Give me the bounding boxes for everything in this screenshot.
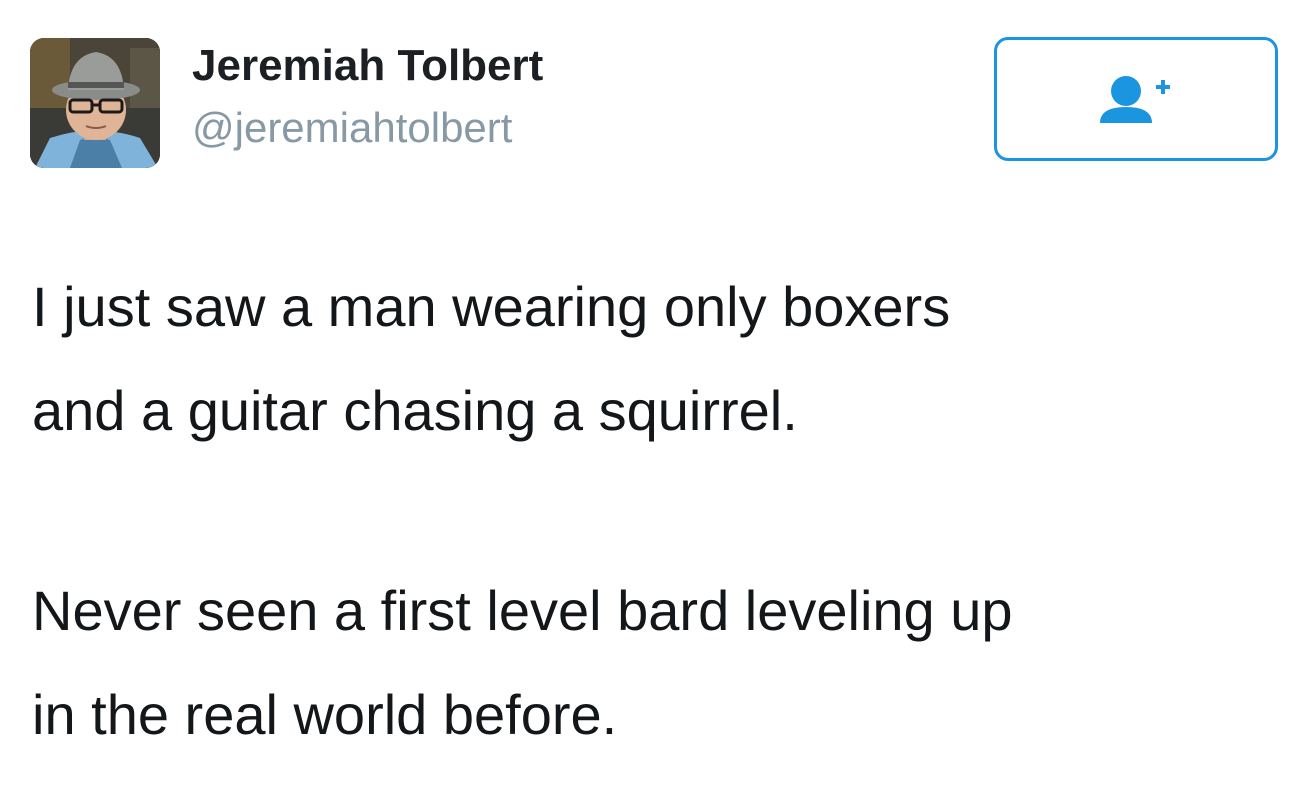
tweet-text: I just saw a man wearing only boxers and… [32,255,1282,767]
tweet-header: Jeremiah Tolbert @jeremiahtolbert [30,34,1282,168]
follow-person-plus-icon [1100,76,1170,123]
user-info: Jeremiah Tolbert @jeremiahtolbert [192,36,543,160]
avatar-photo-icon [30,38,160,168]
tweet-paragraph: I just saw a man wearing only boxers and… [32,275,951,442]
follow-button[interactable] [994,37,1278,161]
display-name[interactable]: Jeremiah Tolbert [192,36,543,96]
tweet-card: Jeremiah Tolbert @jeremiahtolbert I just… [0,0,1314,812]
avatar[interactable] [30,38,160,168]
user-handle[interactable]: @jeremiahtolbert [192,96,543,160]
tweet-paragraph: Never seen a first level bard leveling u… [32,579,1013,746]
